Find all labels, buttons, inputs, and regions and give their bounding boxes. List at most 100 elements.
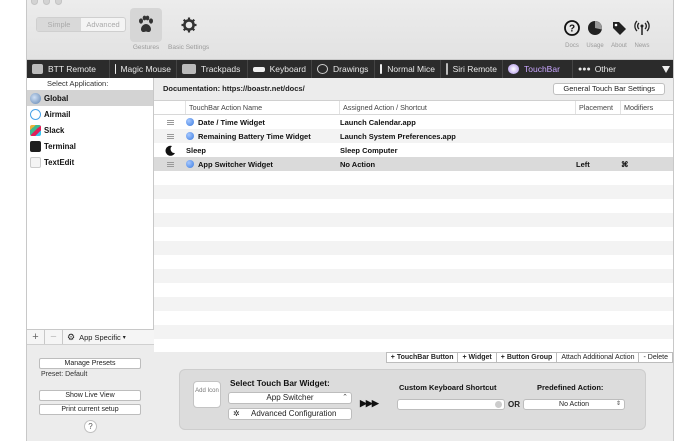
drag-handle[interactable] [166,119,174,125]
column-placement[interactable]: Placement [576,101,621,114]
widget-config-panel: Add Icon Select Touch Bar Widget: App Sw… [179,369,646,430]
add-widget-button[interactable]: + Widget [457,352,497,363]
manage-presets-button[interactable]: Manage Presets [39,358,141,369]
broadcast-icon [632,18,652,38]
column-name[interactable]: TouchBar Action Name [186,101,340,114]
tab-other[interactable]: ●●● Other [573,60,629,78]
chevron-down-icon: ▾ [122,334,126,341]
gear-icon: ✲ [233,409,240,418]
chevron-updown-icon: ⌃ [342,394,348,401]
airmail-icon [30,108,41,120]
textedit-icon [30,156,41,168]
sidebar-item-terminal[interactable]: Terminal [27,138,153,154]
tab-label: Trackpads [201,64,241,74]
empty-row [154,283,673,297]
preset-panel: Manage Presets Preset: Default Show Live… [27,344,154,441]
toolbar: Simple Advanced Gestures Basic Settings … [27,0,673,60]
clear-icon[interactable] [495,401,502,408]
app-label: Airmail [44,109,71,119]
show-live-view-button[interactable]: Show Live View [39,390,141,401]
help-button[interactable]: ? [84,420,97,433]
sidebar-item-slack[interactable]: Slack [27,122,153,138]
add-icon-button[interactable]: Add Icon [193,381,221,408]
tab-magic-mouse[interactable]: Magic Mouse [110,60,177,78]
about-label: About [611,43,627,49]
tab-touchbar[interactable]: TouchBar [503,60,573,78]
documentation-link[interactable]: Documentation: https://boastr.net/docs/ [163,84,305,93]
row-name-cell: Sleep [186,146,340,155]
tab-btt-remote[interactable]: BTT Remote [27,60,110,78]
tab-label: Drawings [333,64,369,74]
tab-normal-mice[interactable]: Normal Mice [375,60,441,78]
sidebar-item-textedit[interactable]: TextEdit [27,154,153,170]
tab-label: BTT Remote [48,64,97,74]
remote-icon [32,64,43,74]
column-modifiers[interactable]: Modifiers [621,101,673,114]
empty-row [154,227,673,241]
row-action: Launch System Preferences.app [340,131,456,141]
column-action[interactable]: Assigned Action / Shortcut [340,101,576,114]
tab-label: TouchBar [524,64,560,74]
app-specific-menu[interactable]: App Specific [79,333,121,342]
tab-trackpads[interactable]: Trackpads [177,60,248,78]
delete-button[interactable]: - Delete [638,352,673,363]
tab-label: Other [594,64,616,74]
window-controls [31,0,62,5]
device-tab-bar: BTT Remote Magic Mouse Trackpads Keyboar… [27,60,673,78]
mode-advanced[interactable]: Advanced [81,18,125,31]
paw-icon [130,8,162,42]
attach-additional-action-button[interactable]: Attach Additional Action [556,352,640,363]
print-setup-button[interactable]: Print current setup [39,404,141,415]
custom-shortcut-input[interactable] [397,399,505,410]
select-widget-title: Select Touch Bar Widget: [230,378,330,388]
drag-handle[interactable] [166,133,174,139]
basic-settings-button[interactable]: Basic Settings [168,8,209,51]
docs-label: Docs [565,43,579,49]
predefined-action-select[interactable]: No Action ⇕ [523,399,625,410]
row-name-cell: Date / Time Widget [186,118,340,127]
zoom-button[interactable] [55,0,62,5]
gear-icon[interactable]: ⚙ [67,332,75,343]
drag-handle[interactable] [166,161,174,167]
empty-row [154,185,673,199]
app-label: Global [44,93,69,103]
about-button[interactable]: About [609,18,629,49]
table-row[interactable]: Sleep Sleep Computer [154,143,673,157]
row-name: Sleep [186,145,207,155]
advanced-config-button[interactable]: ✲ Advanced Configuration [228,408,352,420]
application-sidebar: Select Application: Global Airmail Slack… [27,78,154,441]
more-devices-arrow-icon[interactable] [657,60,673,78]
sidebar-item-airmail[interactable]: Airmail [27,106,153,122]
row-name: Remaining Battery Time Widget [198,131,311,141]
close-button[interactable] [31,0,38,5]
trackpad-icon [182,64,196,74]
table-row[interactable]: Remaining Battery Time Widget Launch Sys… [154,129,673,143]
tab-siri-remote[interactable]: Siri Remote [441,60,503,78]
add-touchbar-button[interactable]: + TouchBar Button [385,352,459,363]
news-button[interactable]: News [632,18,652,49]
remove-app-button[interactable]: − [45,329,63,345]
mode-simple[interactable]: Simple [37,18,81,31]
empty-row [154,213,673,227]
tab-label: Keyboard [269,64,306,74]
minimize-button[interactable] [43,0,50,5]
moon-icon [154,145,186,156]
tab-label: Siri Remote [452,64,497,74]
widget-select[interactable]: App Switcher ⌃ [228,392,352,404]
tab-drawings[interactable]: Drawings [312,60,375,78]
row-name-cell: App Switcher Widget [186,160,340,169]
add-button-group-button[interactable]: + Button Group [495,352,558,363]
tab-keyboard[interactable]: Keyboard [248,60,312,78]
terminal-icon [30,140,41,152]
slack-icon [30,124,41,136]
add-app-button[interactable]: + [27,329,45,345]
table-row-selected[interactable]: App Switcher Widget No Action Left ⌘ [154,157,673,171]
docs-button[interactable]: ? Docs [562,18,582,49]
empty-row [154,171,673,185]
usage-button[interactable]: Usage [585,18,605,49]
general-touchbar-settings-button[interactable]: General Touch Bar Settings [553,83,665,95]
sidebar-item-global[interactable]: Global [27,90,153,106]
or-label: OR [508,400,520,409]
table-row[interactable]: Date / Time Widget Launch Calendar.app [154,115,673,129]
gestures-button[interactable]: Gestures [130,8,162,51]
